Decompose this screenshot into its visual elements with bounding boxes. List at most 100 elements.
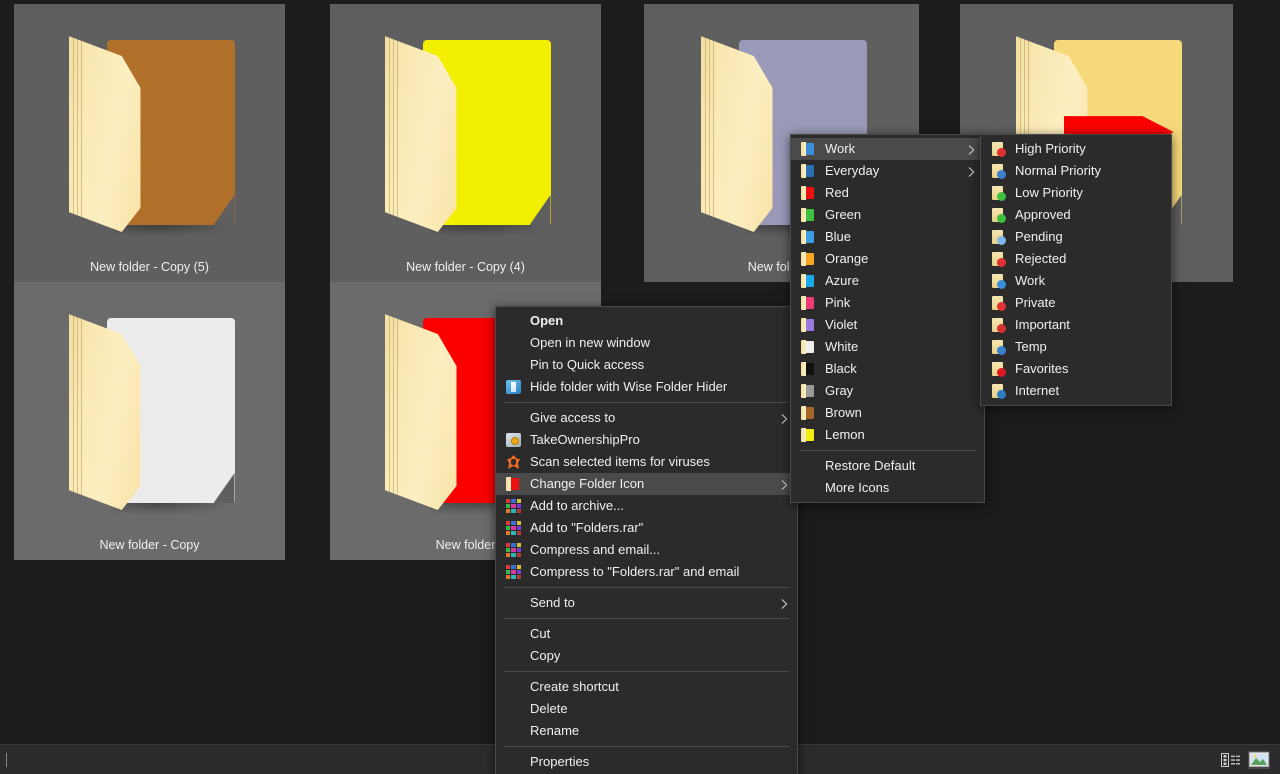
folder-icon-menu-item[interactable]: White — [791, 336, 984, 358]
work-submenu-item[interactable]: Work — [981, 270, 1171, 292]
context-menu-item[interactable]: Cut — [496, 623, 797, 645]
folder-icon-menu-item[interactable]: Everyday — [791, 160, 984, 182]
context-menu-item[interactable]: Open in new window — [496, 332, 797, 354]
context-menu-item[interactable]: Copy — [496, 645, 797, 667]
menu-item-label: Add to "Folders.rar" — [530, 517, 643, 539]
work-submenu-item[interactable]: Internet — [981, 380, 1171, 402]
folder-icon-menu-item[interactable]: Pink — [791, 292, 984, 314]
folder-crease — [705, 38, 706, 224]
work-submenu-item[interactable]: Low Priority — [981, 182, 1171, 204]
work-submenu-item[interactable]: Favorites — [981, 358, 1171, 380]
menu-item-label: Hide folder with Wise Folder Hider — [530, 376, 727, 398]
low-priority-icon — [989, 185, 1007, 201]
context-menu-item[interactable]: Delete — [496, 698, 797, 720]
work-submenu-item[interactable]: Pending — [981, 226, 1171, 248]
normal-priority-icon — [989, 163, 1007, 179]
context-menu-item[interactable]: Compress and email... — [496, 539, 797, 561]
context-menu-item[interactable]: Change Folder Icon — [496, 473, 797, 495]
no-icon — [504, 357, 522, 373]
context-menu-item[interactable]: Open — [496, 310, 797, 332]
folder-icon-menu-item[interactable]: Restore Default — [791, 455, 984, 477]
no-icon — [504, 410, 522, 426]
work-submenu-item[interactable]: Important — [981, 314, 1171, 336]
work-submenu-item[interactable]: Temp — [981, 336, 1171, 358]
context-menu-item[interactable]: Pin to Quick access — [496, 354, 797, 376]
folder-crease — [389, 316, 390, 502]
context-menu-item[interactable]: Add to "Folders.rar" — [496, 517, 797, 539]
menu-item-label: Copy — [530, 645, 560, 667]
context-menu[interactable]: OpenOpen in new windowPin to Quick acces… — [495, 306, 798, 774]
menu-item-label: Open — [530, 310, 563, 332]
menu-item-label: Send to — [530, 592, 575, 614]
menu-separator — [504, 671, 789, 672]
menu-item-label: Azure — [825, 270, 859, 292]
context-menu-item[interactable]: Add to archive... — [496, 495, 797, 517]
context-menu-item[interactable]: TakeOwnershipPro — [496, 429, 797, 451]
work-icon — [989, 273, 1007, 289]
work-submenu-item[interactable]: Private — [981, 292, 1171, 314]
folder-crease — [713, 38, 714, 224]
folder-tile[interactable]: New folder - Copy — [14, 282, 285, 560]
folder-icon-menu-item[interactable]: Violet — [791, 314, 984, 336]
folder-icon-menu-item[interactable]: Brown — [791, 402, 984, 424]
menu-item-label: Delete — [530, 698, 568, 720]
context-menu-item[interactable]: Hide folder with Wise Folder Hider — [496, 376, 797, 398]
menu-item-label: Green — [825, 204, 861, 226]
menu-item-label: Add to archive... — [530, 495, 624, 517]
menu-item-label: Low Priority — [1015, 182, 1083, 204]
menu-item-label: Temp — [1015, 336, 1047, 358]
work-submenu-item[interactable]: Rejected — [981, 248, 1171, 270]
winrar-icon — [504, 542, 522, 558]
context-menu-item[interactable]: Compress to "Folders.rar" and email — [496, 561, 797, 583]
menu-item-label: Pink — [825, 292, 850, 314]
work-submenu-item[interactable]: Normal Priority — [981, 160, 1171, 182]
folder-crease — [81, 38, 82, 224]
context-menu-item[interactable]: Give access to — [496, 407, 797, 429]
folder-icon-menu-item[interactable]: Orange — [791, 248, 984, 270]
work-submenu-item[interactable]: High Priority — [981, 138, 1171, 160]
no-icon — [799, 458, 817, 474]
menu-item-label: Give access to — [530, 407, 615, 429]
violet-folder-icon — [799, 317, 817, 333]
high-priority-icon — [989, 141, 1007, 157]
folder-icon-menu-item[interactable]: Black — [791, 358, 984, 380]
context-menu-item[interactable]: Send to — [496, 592, 797, 614]
menu-item-label: Violet — [825, 314, 857, 336]
folder-icon-menu-item[interactable]: Work — [791, 138, 984, 160]
folder-crease — [77, 38, 78, 224]
context-menu-item[interactable]: Properties — [496, 751, 797, 773]
menu-item-label: Normal Priority — [1015, 160, 1101, 182]
menu-item-label: Properties — [530, 751, 589, 773]
no-icon — [504, 723, 522, 739]
work-submenu-item[interactable]: Approved — [981, 204, 1171, 226]
large-icons-view-button[interactable] — [1248, 751, 1270, 769]
menu-item-label: Restore Default — [825, 455, 915, 477]
private-icon — [989, 295, 1007, 311]
no-icon — [504, 313, 522, 329]
menu-item-label: Approved — [1015, 204, 1071, 226]
context-menu-item[interactable]: Create shortcut — [496, 676, 797, 698]
folder-icon-menu-item[interactable]: Red — [791, 182, 984, 204]
folder-icon-menu-item[interactable]: Azure — [791, 270, 984, 292]
no-icon — [504, 679, 522, 695]
temp-icon — [989, 339, 1007, 355]
folder-icon-menu-item[interactable]: Green — [791, 204, 984, 226]
context-menu-item[interactable]: Rename — [496, 720, 797, 742]
folder-icon-menu-item[interactable]: Blue — [791, 226, 984, 248]
details-view-button[interactable] — [1220, 751, 1242, 769]
context-menu-item[interactable]: Scan selected items for viruses — [496, 451, 797, 473]
folder-tile[interactable]: New folder - Copy (5) — [14, 4, 285, 282]
menu-item-label: Rejected — [1015, 248, 1066, 270]
folder-icon-menu-item[interactable]: Gray — [791, 380, 984, 402]
menu-item-label: Blue — [825, 226, 851, 248]
folder-icon-menu-item[interactable]: More Icons — [791, 477, 984, 499]
folder-tile[interactable]: New folder - Copy (4) — [330, 4, 601, 282]
chevron-right-icon — [968, 145, 975, 156]
folder-icon-menu-item[interactable]: Lemon — [791, 424, 984, 446]
menu-item-label: Private — [1015, 292, 1055, 314]
folder-icon — [371, 18, 561, 228]
orange-folder-icon — [799, 251, 817, 267]
menu-item-label: Work — [1015, 270, 1045, 292]
work-submenu[interactable]: High PriorityNormal PriorityLow Priority… — [980, 134, 1172, 406]
change-folder-icon-submenu[interactable]: WorkEverydayRedGreenBlueOrangeAzurePinkV… — [790, 134, 985, 503]
